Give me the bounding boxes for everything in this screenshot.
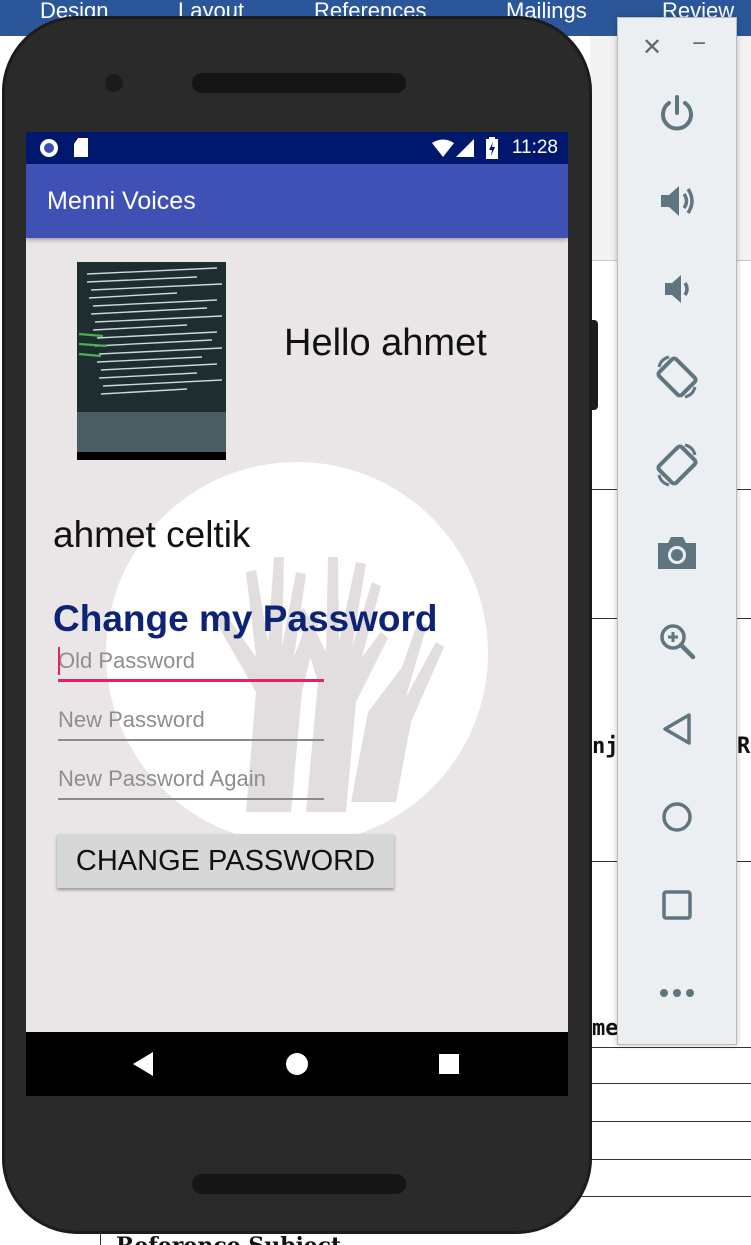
- rotate-right-icon: [656, 443, 698, 487]
- power-icon: [661, 95, 693, 131]
- minimize-icon[interactable]: −: [692, 30, 706, 58]
- top-speaker: [192, 73, 406, 93]
- old-password-field[interactable]: [58, 642, 324, 679]
- table-line: [590, 1159, 751, 1160]
- status-bar: 11:28: [26, 132, 568, 164]
- camera-icon: [658, 537, 696, 569]
- back-icon: [663, 713, 691, 745]
- greeting-text: Hello ahmet: [284, 322, 487, 364]
- screenshot-button[interactable]: [647, 523, 707, 583]
- rotate-left-icon: [656, 355, 698, 399]
- volume-down-icon: [665, 275, 689, 303]
- power-button[interactable]: [647, 84, 707, 144]
- rotate-left-button[interactable]: [647, 347, 707, 407]
- more-icon: [660, 989, 694, 997]
- emulator-back-button[interactable]: [647, 699, 707, 759]
- nav-home-button[interactable]: [267, 1032, 327, 1096]
- new-password-again-field-container: [58, 760, 324, 800]
- wifi-icon: [432, 139, 454, 157]
- text-cursor: [58, 647, 60, 675]
- table-line: [590, 1083, 751, 1084]
- home-icon: [286, 1053, 308, 1075]
- volume-up-icon: [661, 186, 694, 216]
- more-button[interactable]: [647, 963, 707, 1023]
- back-icon: [133, 1052, 153, 1076]
- home-icon: [662, 802, 692, 832]
- profile-image: [77, 262, 226, 460]
- front-camera: [105, 74, 123, 92]
- bottom-speaker: [192, 1174, 406, 1194]
- table-line: [590, 1047, 751, 1048]
- nav-back-button[interactable]: [114, 1032, 174, 1096]
- signal-icon: [456, 139, 474, 157]
- android-nav-bar: [26, 1032, 568, 1096]
- new-password-again-field[interactable]: [58, 760, 324, 798]
- overview-icon: [662, 890, 692, 920]
- nav-recents-button[interactable]: [419, 1032, 479, 1096]
- phone-screen: 11:28 Menni Voices Hello ahmet ahmet cel…: [26, 132, 568, 1096]
- doc-fragment: me: [592, 1016, 619, 1041]
- new-password-field[interactable]: [58, 701, 324, 739]
- emulator-overview-button[interactable]: [647, 875, 707, 935]
- battery-icon: [486, 137, 498, 159]
- notification-icon: [40, 139, 58, 157]
- table-line: [590, 1121, 751, 1122]
- emulator-control-panel: ✕ −: [617, 17, 737, 1045]
- app-bar: Menni Voices: [26, 164, 568, 238]
- zoom-icon: [660, 624, 696, 660]
- close-icon[interactable]: ✕: [642, 33, 662, 62]
- zoom-button[interactable]: [647, 611, 707, 671]
- change-password-button[interactable]: CHANGE PASSWORD: [57, 834, 394, 888]
- user-full-name: ahmet celtik: [53, 514, 251, 555]
- new-password-field-container: [58, 701, 324, 741]
- old-password-field-container: [58, 642, 324, 682]
- emulator-home-button[interactable]: [647, 787, 707, 847]
- app-title: Menni Voices: [47, 187, 196, 215]
- doc-fragment: Ry: [737, 734, 751, 759]
- volume-up-button[interactable]: [647, 171, 707, 231]
- volume-down-button[interactable]: [647, 259, 707, 319]
- doc-fragment: nj: [592, 734, 619, 759]
- recents-icon: [439, 1054, 459, 1074]
- phone-side-button: [590, 320, 598, 410]
- status-time: 11:28: [511, 137, 558, 158]
- emulator-title-bar: ✕ −: [618, 18, 736, 74]
- change-password-title: Change my Password: [53, 598, 438, 639]
- rotate-right-button[interactable]: [647, 435, 707, 495]
- sd-card-icon: [74, 138, 88, 157]
- doc-fragment: Reference Subject: [116, 1233, 341, 1245]
